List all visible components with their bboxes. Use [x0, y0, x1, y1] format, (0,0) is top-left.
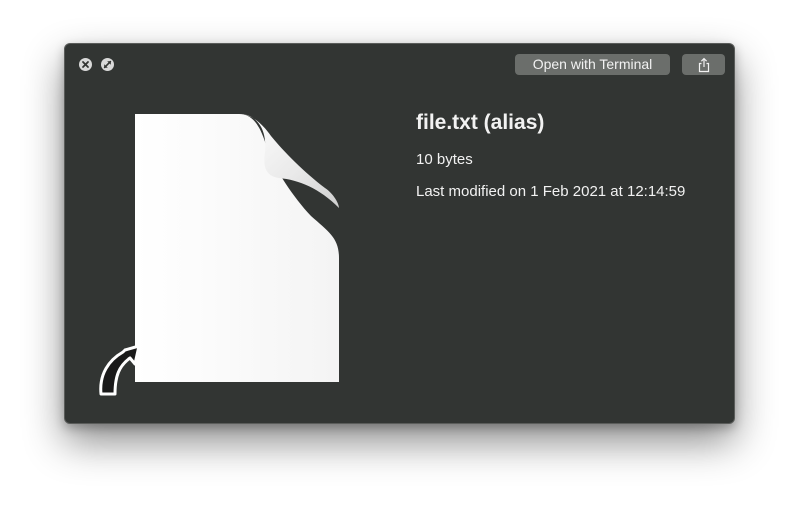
file-info-panel: file.txt (alias) 10 bytes Last modified …	[416, 110, 685, 202]
document-alias-icon	[89, 108, 339, 398]
open-with-terminal-button[interactable]: Open with Terminal	[515, 54, 670, 75]
share-button[interactable]	[682, 54, 725, 75]
fullscreen-button[interactable]	[101, 58, 114, 71]
file-size: 10 bytes	[416, 151, 473, 168]
file-title: file.txt (alias)	[416, 111, 545, 134]
close-button[interactable]	[79, 58, 92, 71]
desktop-background: Open with Terminal file.txt (alias) 10 b…	[0, 0, 799, 509]
close-icon	[82, 61, 89, 68]
share-icon	[698, 57, 709, 72]
quick-look-window: Open with Terminal file.txt (alias) 10 b…	[64, 43, 735, 424]
fullscreen-icon	[103, 60, 112, 69]
file-modified-date: Last modified on 1 Feb 2021 at 12:14:59	[416, 183, 686, 200]
